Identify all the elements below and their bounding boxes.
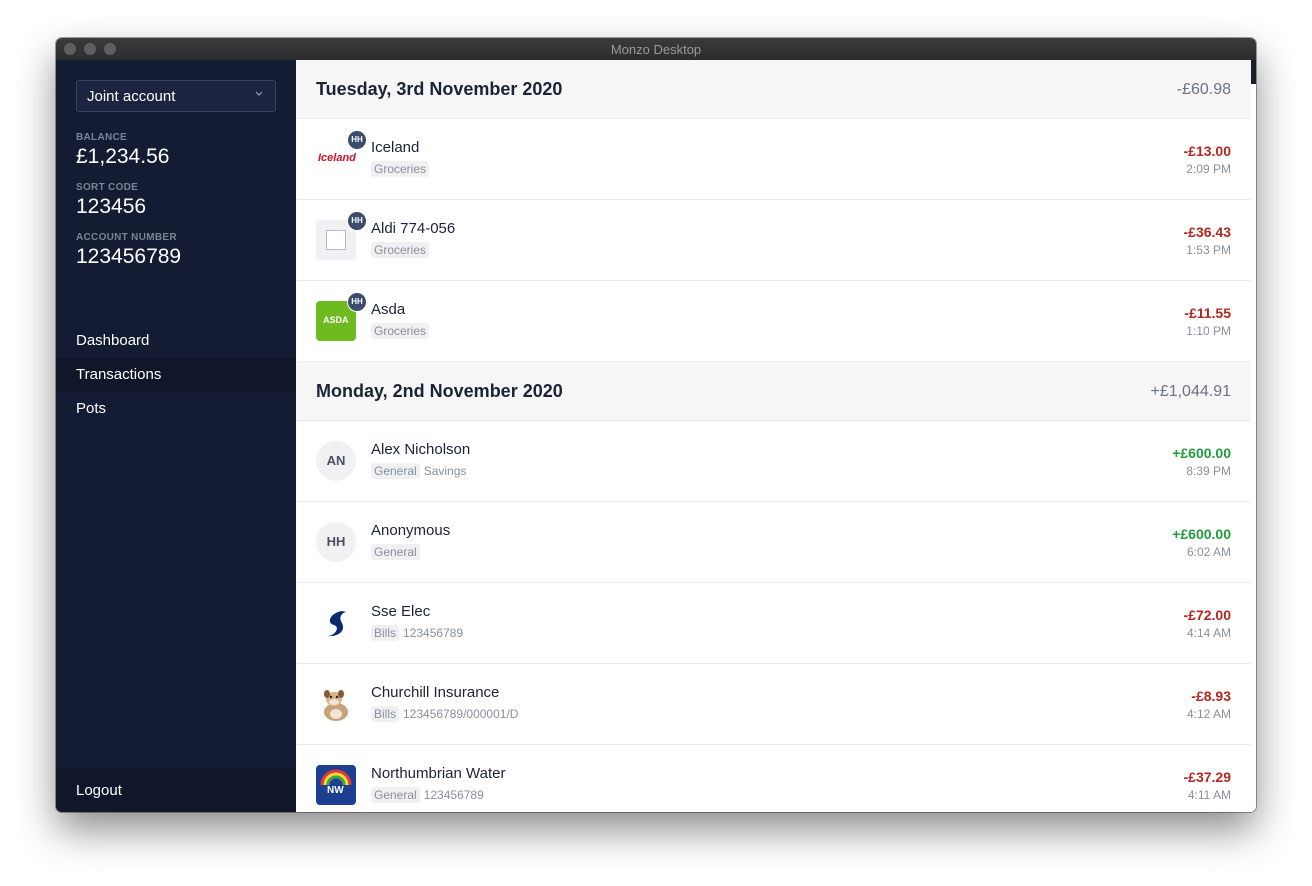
transaction-name: Northumbrian Water xyxy=(371,765,506,782)
transaction-tags: Groceries xyxy=(371,323,433,339)
northumbrian-water-logo: NW xyxy=(316,765,356,805)
transaction-row[interactable]: AN Alex Nicholson General Savings +£600.0… xyxy=(296,421,1251,502)
category-tag: General xyxy=(371,787,420,803)
transaction-amount: -£11.55 xyxy=(1184,305,1231,321)
nw-logo-text: NW xyxy=(327,785,344,796)
transaction-amount: +£600.00 xyxy=(1172,526,1231,542)
logout-button[interactable]: Logout xyxy=(56,768,296,812)
scrollbar-thumb[interactable] xyxy=(1251,60,1256,84)
nav-transactions-label: Transactions xyxy=(76,366,162,383)
balance-label: BALANCE xyxy=(76,132,127,143)
transactions-list[interactable]: Tuesday, 3rd November 2020 -£60.98 Icela… xyxy=(296,60,1251,812)
app-window: Monzo Desktop Joint account BALANCE £1,2… xyxy=(56,38,1256,812)
transaction-row[interactable]: HH Aldi 774-056 Groceries -£36.43 1:53 P… xyxy=(296,200,1251,281)
window-title: Monzo Desktop xyxy=(610,42,702,57)
day-date: Monday, 2nd November 2020 xyxy=(316,381,563,401)
transaction-row[interactable]: Iceland HH Iceland Groceries -£13.00 2:0… xyxy=(296,119,1251,200)
transaction-name: Asda xyxy=(371,301,406,318)
nav-dashboard-label: Dashboard xyxy=(76,332,150,349)
sse-logo xyxy=(316,603,356,643)
transaction-note: 123456789 xyxy=(403,626,464,640)
transaction-note: 123456789 xyxy=(423,788,484,802)
balance: BALANCE £1,234.56 xyxy=(76,132,169,169)
transaction-note: Savings xyxy=(423,464,467,478)
account-number: ACCOUNT NUMBER 123456789 xyxy=(76,232,181,269)
category-tag: Bills xyxy=(371,706,400,722)
day-date: Tuesday, 3rd November 2020 xyxy=(316,79,563,99)
transaction-time: 8:39 PM xyxy=(1186,464,1231,478)
sort-code-value: 123456 xyxy=(76,195,147,218)
transaction-time: 4:11 AM xyxy=(1187,788,1231,802)
sidebar: Joint account BALANCE £1,234.56 SORT COD… xyxy=(56,60,296,812)
category-tag: General xyxy=(371,463,420,479)
transaction-time: 1:53 PM xyxy=(1186,243,1231,257)
transaction-name: Sse Elec xyxy=(371,603,431,620)
category-tag: Groceries xyxy=(371,323,430,339)
title-bar: Monzo Desktop xyxy=(56,38,1256,61)
nav-dashboard[interactable]: Dashboard xyxy=(56,324,296,358)
transaction-note: 123456789/000001/D xyxy=(403,707,519,721)
transaction-row[interactable]: Churchill Insurance Bills 123456789/00000… xyxy=(296,664,1251,745)
day-header: Monday, 2nd November 2020 +£1,044.91 xyxy=(296,362,1251,421)
dog-icon xyxy=(324,690,348,721)
avatar: AN xyxy=(316,441,356,481)
transaction-row[interactable]: HH Anonymous General +£600.00 6:02 AM xyxy=(296,502,1251,583)
hh-badge: HH xyxy=(347,292,367,312)
transaction-name: Iceland xyxy=(371,139,420,156)
day-total: +£1,044.91 xyxy=(1150,383,1231,400)
logout-label: Logout xyxy=(76,782,122,799)
transaction-row[interactable]: ASDA HH Asda Groceries -£11.55 1:10 PM xyxy=(296,281,1251,362)
hh-badge: HH xyxy=(347,211,367,231)
account-select-label: Joint account xyxy=(87,88,176,105)
category-tag: Groceries xyxy=(371,161,430,177)
transaction-time: 4:12 AM xyxy=(1186,707,1231,721)
transaction-name: Alex Nicholson xyxy=(371,441,471,458)
sort-code-label: SORT CODE xyxy=(76,182,139,193)
balance-value: £1,234.56 xyxy=(76,145,170,168)
category-tag: Bills xyxy=(371,625,400,641)
transaction-time: 4:14 AM xyxy=(1186,626,1231,640)
transaction-row[interactable]: Sse Elec Bills 123456789 -£72.00 4:14 AM xyxy=(296,583,1251,664)
category-tag: General xyxy=(371,544,420,560)
transaction-tags: Bills 123456789/000001/D xyxy=(371,706,518,722)
chevron-down-icon xyxy=(255,91,263,96)
transaction-amount: -£8.93 xyxy=(1191,688,1231,704)
nav-pots-label: Pots xyxy=(76,400,107,417)
account-number-label: ACCOUNT NUMBER xyxy=(76,232,177,243)
nav-pots[interactable]: Pots xyxy=(56,392,296,426)
placeholder-icon xyxy=(326,230,346,250)
iceland-logo-text: Iceland xyxy=(318,152,356,164)
account-number-value: 123456789 xyxy=(76,245,182,268)
day-total: -£60.98 xyxy=(1176,81,1231,98)
transaction-tags: General Savings xyxy=(371,463,466,479)
nav-transactions[interactable]: Transactions xyxy=(56,358,296,392)
asda-logo-text: ASDA xyxy=(323,315,349,325)
transaction-name: Anonymous xyxy=(371,522,451,539)
transaction-tags: Groceries xyxy=(371,242,433,258)
churchill-dog-logo xyxy=(316,684,356,724)
transaction-amount: -£72.00 xyxy=(1183,607,1231,623)
transaction-row[interactable]: NW Northumbrian Water General 123456789 -… xyxy=(296,745,1251,812)
transaction-tags: General xyxy=(371,544,424,560)
transaction-time: 2:09 PM xyxy=(1186,162,1231,176)
transaction-time: 1:10 PM xyxy=(1186,324,1231,338)
transaction-name: Aldi 774-056 xyxy=(371,220,456,237)
transaction-amount: -£13.00 xyxy=(1183,143,1231,159)
day-header: Tuesday, 3rd November 2020 -£60.98 xyxy=(296,60,1251,119)
transaction-tags: Bills 123456789 xyxy=(371,625,463,641)
sort-code: SORT CODE 123456 xyxy=(76,182,146,219)
account-select[interactable]: Joint account xyxy=(76,80,276,112)
transaction-amount: +£600.00 xyxy=(1172,445,1231,461)
sse-icon xyxy=(328,611,346,637)
transaction-name: Churchill Insurance xyxy=(371,684,500,701)
transaction-time: 6:02 AM xyxy=(1186,545,1231,559)
transaction-amount: -£37.29 xyxy=(1183,769,1231,785)
transaction-tags: General 123456789 xyxy=(371,787,484,803)
transaction-amount: -£36.43 xyxy=(1183,224,1231,240)
hh-badge: HH xyxy=(347,130,367,150)
transaction-tags: Groceries xyxy=(371,161,433,177)
scrollbar[interactable] xyxy=(1251,60,1256,812)
avatar: HH xyxy=(316,522,356,562)
category-tag: Groceries xyxy=(371,242,430,258)
